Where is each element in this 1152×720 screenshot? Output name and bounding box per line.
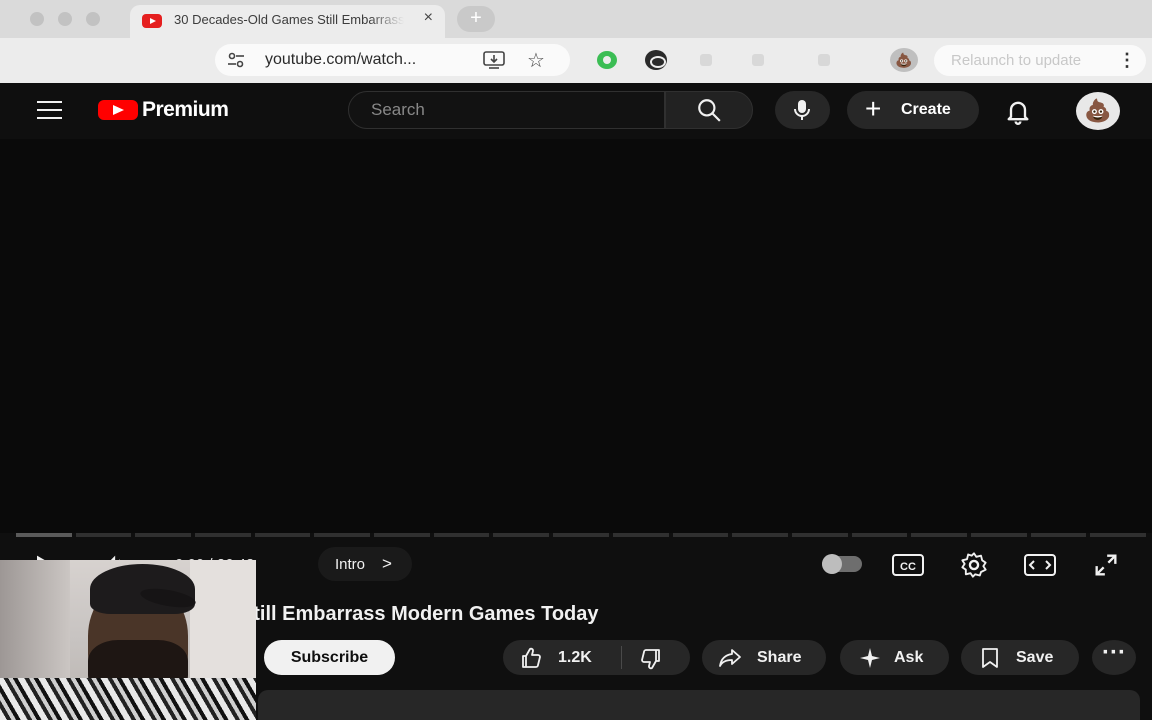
progress-chapter-segment[interactable]: [433, 533, 490, 537]
subscribe-button[interactable]: Subscribe: [264, 640, 395, 675]
minimize-window-button[interactable]: [58, 12, 72, 26]
search-input[interactable]: Search: [348, 91, 665, 129]
chevron-right-icon: >: [382, 554, 392, 573]
progress-chapter-segment[interactable]: [16, 533, 72, 537]
progress-chapter-segment[interactable]: [851, 533, 908, 537]
browser-tab-strip: 30 Decades-Old Games Still Embarrass Mod…: [0, 0, 1152, 38]
logo-label[interactable]: Premium: [142, 98, 229, 122]
relaunch-label: Relaunch to update: [951, 52, 1082, 69]
like-icon[interactable]: [519, 646, 543, 670]
create-label: Create: [901, 101, 951, 118]
extension-placeholder-icon[interactable]: [700, 54, 712, 66]
install-app-icon[interactable]: [483, 51, 505, 69]
bell-icon: [1007, 101, 1029, 125]
progress-bar[interactable]: [16, 533, 1146, 537]
search-button[interactable]: [665, 91, 753, 129]
progress-chapter-segment[interactable]: [553, 533, 609, 537]
progress-chapter-segment[interactable]: [493, 533, 550, 537]
account-avatar[interactable]: 💩: [1076, 92, 1120, 130]
progress-chapter-segment[interactable]: [374, 533, 430, 537]
voice-search-button[interactable]: [775, 91, 830, 129]
youtube-favicon-icon: [142, 14, 162, 28]
browser-toolbar: youtube.com/watch... ☆ 💩 Relaunch to upd…: [0, 38, 1152, 83]
address-bar[interactable]: youtube.com/watch... ☆: [215, 44, 570, 76]
share-button[interactable]: Share: [702, 640, 826, 675]
svg-text:CC: CC: [900, 561, 916, 573]
chapter-button[interactable]: Intro >: [318, 547, 412, 581]
progress-chapter-segment[interactable]: [612, 533, 669, 537]
progress-chapter-segment[interactable]: [314, 533, 371, 537]
progress-chapter-segment[interactable]: [732, 533, 788, 537]
mic-icon: [794, 100, 810, 120]
settings-gear-icon[interactable]: [960, 551, 988, 579]
video-player[interactable]: [0, 139, 1152, 533]
progress-chapter-segment[interactable]: [1090, 533, 1146, 537]
autoplay-toggle[interactable]: [822, 554, 862, 574]
extension-placeholder-icon[interactable]: [818, 54, 830, 66]
ask-label: Ask: [894, 649, 924, 666]
extension-placeholder-icon[interactable]: [752, 54, 764, 66]
progress-chapter-segment[interactable]: [195, 533, 251, 537]
theater-icon[interactable]: [1024, 553, 1056, 577]
tab-title: 30 Decades-Old Games Still Embarrass Mod…: [174, 12, 404, 27]
share-label: Share: [757, 649, 802, 666]
browser-menu-icon[interactable]: ⋮: [1118, 51, 1136, 69]
url-text[interactable]: youtube.com/watch...: [265, 51, 416, 69]
youtube-header: Premium Search + Create 💩: [0, 83, 1152, 139]
hamburger-icon[interactable]: [37, 101, 62, 119]
save-label: Save: [1016, 649, 1054, 666]
bookmark-icon: [982, 648, 998, 668]
new-tab-button[interactable]: +: [457, 6, 495, 32]
relaunch-button[interactable]: Relaunch to update ⋮: [934, 45, 1146, 76]
youtube-logo-icon[interactable]: [98, 100, 138, 120]
progress-chapter-segment[interactable]: [911, 533, 967, 537]
notifications-button[interactable]: [998, 93, 1038, 129]
progress-chapter-segment[interactable]: [1030, 533, 1087, 537]
chapter-label: Intro: [335, 556, 366, 573]
cc-icon[interactable]: CC: [892, 553, 924, 577]
screen: { "browser": { "tab_title": "30 Decades-…: [0, 0, 1152, 720]
share-icon: [719, 649, 741, 667]
progress-chapter-segment[interactable]: [672, 533, 729, 537]
save-button[interactable]: Save: [961, 640, 1079, 675]
progress-chapter-segment[interactable]: [254, 533, 311, 537]
progress-chapter-segment[interactable]: [75, 533, 132, 537]
like-count[interactable]: 1.2K: [558, 649, 592, 667]
bookmark-star-icon[interactable]: ☆: [527, 48, 545, 73]
like-dislike-group: 1.2K: [503, 640, 690, 675]
progress-chapter-segment[interactable]: [791, 533, 848, 537]
ask-button[interactable]: Ask: [840, 640, 949, 675]
profile-avatar-icon[interactable]: 💩: [890, 48, 918, 72]
like-divider: [621, 646, 622, 669]
search-box: Search: [348, 91, 753, 129]
sparkle-icon: [860, 648, 880, 668]
search-icon: [698, 99, 721, 122]
more-actions-button[interactable]: ···: [1092, 640, 1136, 675]
extension-green-icon[interactable]: [597, 51, 617, 69]
progress-chapter-segment[interactable]: [970, 533, 1027, 537]
webcam-overlay: [0, 560, 256, 720]
tab-close-icon[interactable]: ×: [424, 9, 433, 27]
plus-icon: +: [865, 93, 882, 124]
autoplay-knob: [822, 554, 842, 574]
browser-tab-active[interactable]: 30 Decades-Old Games Still Embarrass Mod…: [130, 5, 445, 38]
extension-link-icon[interactable]: [645, 50, 667, 70]
site-settings-icon[interactable]: [227, 52, 245, 68]
dislike-icon[interactable]: [639, 647, 663, 671]
zoom-window-button[interactable]: [86, 12, 100, 26]
create-button[interactable]: + Create: [847, 91, 979, 129]
fullscreen-icon[interactable]: [1092, 551, 1120, 579]
progress-chapter-segment[interactable]: [135, 533, 192, 537]
description-box[interactable]: [258, 690, 1140, 720]
close-window-button[interactable]: [30, 12, 44, 26]
